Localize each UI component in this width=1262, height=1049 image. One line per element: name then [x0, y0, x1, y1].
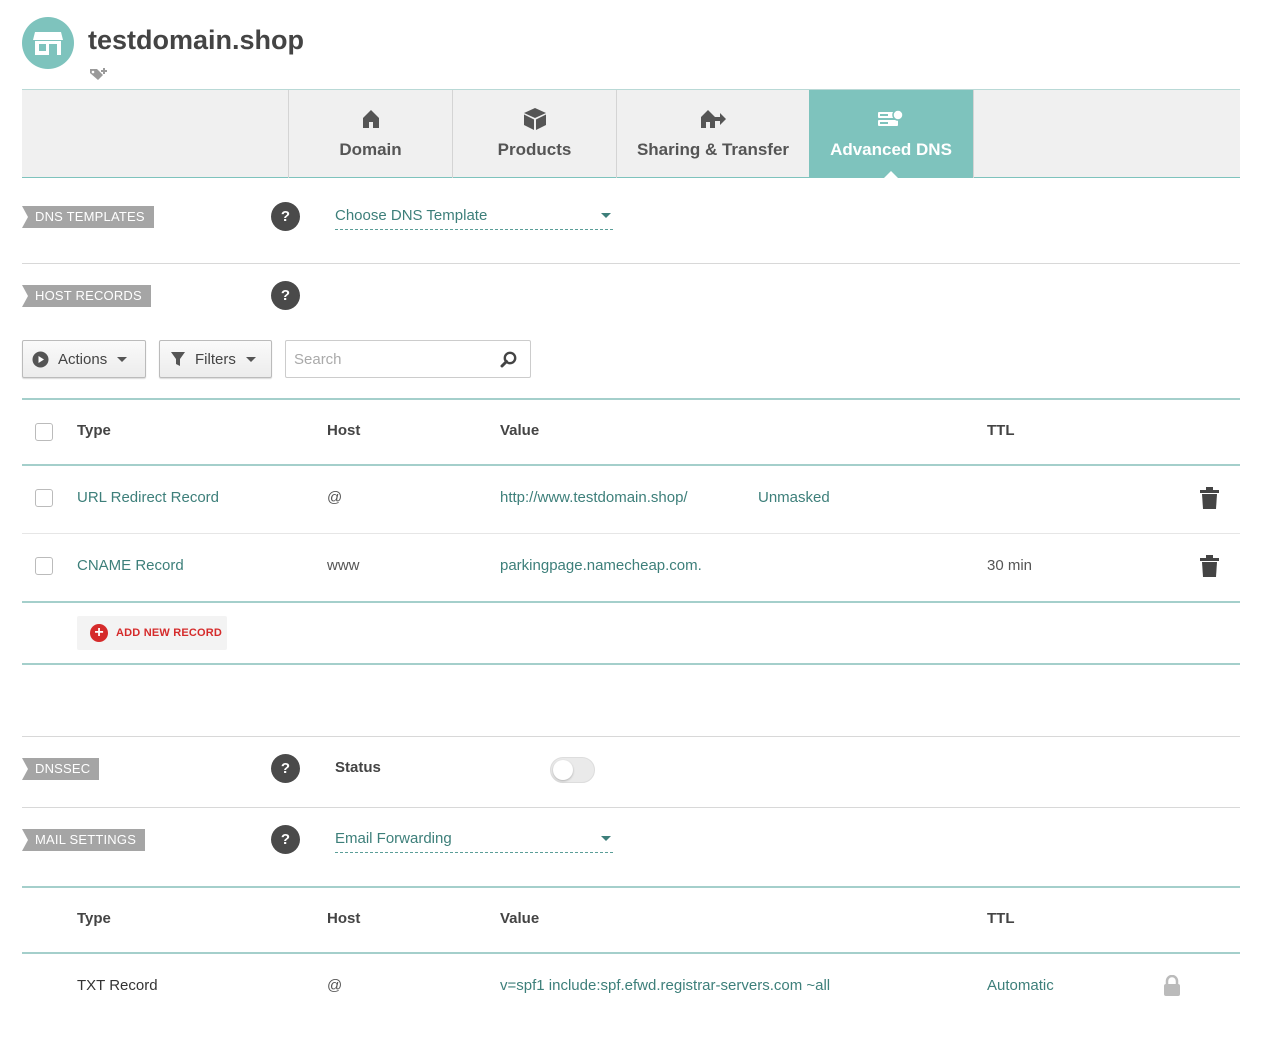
divider	[22, 807, 1240, 808]
tab-label: Products	[497, 140, 572, 159]
dnssec-status-label: Status	[335, 759, 381, 776]
record-host: @	[327, 977, 343, 994]
redirect-type[interactable]: Unmasked	[758, 489, 830, 506]
trash-icon[interactable]	[1200, 487, 1219, 514]
search-box	[285, 340, 531, 378]
store-icon	[22, 17, 74, 69]
share-transfer-icon	[700, 108, 726, 130]
home-icon	[362, 108, 380, 130]
host-records-label: HOST RECORDS	[22, 285, 151, 307]
filters-button[interactable]: Filters	[159, 340, 272, 378]
select-all-checkbox[interactable]	[35, 423, 53, 441]
toggle-knob	[553, 760, 573, 780]
dns-templates-label: DNS TEMPLATES	[22, 206, 154, 228]
dnssec-toggle[interactable]	[550, 757, 595, 783]
domain-header: testdomain.shop	[22, 17, 622, 87]
caret-down-icon	[117, 356, 128, 362]
record-host[interactable]: www	[327, 557, 360, 574]
record-type[interactable]: CNAME Record	[77, 557, 184, 574]
row-checkbox[interactable]	[35, 557, 53, 575]
mail-header-divider	[22, 952, 1240, 954]
help-icon[interactable]: ?	[271, 281, 300, 310]
record-ttl[interactable]: 30 min	[987, 557, 1032, 574]
tab-divider	[973, 90, 974, 178]
caret-down-icon	[601, 836, 611, 841]
record-value[interactable]: http://www.testdomain.shop/	[500, 489, 688, 506]
mail-settings-select[interactable]: Email Forwarding	[335, 829, 613, 853]
record-host[interactable]: @	[327, 489, 342, 506]
tab-domain[interactable]: Domain	[288, 90, 452, 178]
add-new-record-button[interactable]: + ADD NEW RECORD	[77, 616, 227, 650]
record-ttl: Automatic	[987, 977, 1054, 994]
server-icon	[877, 108, 905, 130]
tab-products[interactable]: Products	[452, 90, 616, 178]
tab-label: Sharing & Transfer	[636, 140, 790, 159]
help-icon[interactable]: ?	[271, 754, 300, 783]
play-circle-icon	[32, 351, 49, 368]
record-value[interactable]: parkingpage.namecheap.com.	[500, 557, 702, 574]
divider	[22, 263, 1240, 264]
column-header-value: Value	[500, 910, 540, 927]
search-input[interactable]	[286, 341, 486, 377]
search-icon[interactable]	[500, 351, 517, 373]
actions-button[interactable]: Actions	[22, 340, 146, 378]
mail-settings-label: MAIL SETTINGS	[22, 829, 146, 851]
divider	[22, 736, 1240, 737]
domain-tabs: Domain Products Sharing & Transfer Advan…	[22, 89, 1240, 179]
lock-icon	[1163, 974, 1181, 1002]
column-header-type[interactable]: Type	[77, 422, 111, 439]
section-divider	[22, 663, 1240, 665]
record-type: TXT Record	[77, 977, 158, 994]
tab-label: Domain	[339, 140, 402, 159]
header-divider	[22, 464, 1240, 466]
column-header-type: Type	[77, 910, 111, 927]
tag-add-icon[interactable]	[89, 67, 109, 81]
dnssec-label: DNSSEC	[22, 758, 100, 780]
filter-icon	[170, 351, 186, 367]
record-value: v=spf1 include:spf.efwd.registrar-server…	[500, 977, 831, 994]
plus-circle-icon: +	[90, 624, 108, 642]
page-title: testdomain.shop	[88, 25, 305, 55]
tab-label: Advanced DNS	[830, 140, 952, 159]
column-header-ttl: TTL	[987, 910, 1015, 927]
box-icon	[523, 108, 547, 130]
caret-down-icon	[245, 356, 256, 362]
record-type[interactable]: URL Redirect Record	[77, 489, 219, 506]
mail-table-top-border	[22, 886, 1240, 888]
filters-label: Filters	[195, 350, 236, 368]
mail-settings-value: Email Forwarding	[335, 830, 452, 847]
table-top-border	[22, 398, 1240, 400]
help-icon[interactable]: ?	[271, 825, 300, 854]
caret-down-icon	[601, 213, 611, 218]
row-checkbox[interactable]	[35, 489, 53, 507]
dns-template-select[interactable]: Choose DNS Template	[335, 206, 613, 230]
tab-sharing-transfer[interactable]: Sharing & Transfer	[616, 90, 809, 178]
trash-icon[interactable]	[1200, 555, 1219, 582]
help-icon[interactable]: ?	[271, 202, 300, 231]
tab-advanced-dns[interactable]: Advanced DNS	[809, 90, 973, 179]
column-header-value[interactable]: Value	[500, 422, 539, 439]
table-bottom-border	[22, 601, 1240, 603]
actions-label: Actions	[58, 350, 108, 368]
add-record-label: ADD NEW RECORD	[116, 627, 223, 639]
column-header-host[interactable]: Host	[327, 422, 360, 439]
row-divider	[22, 533, 1240, 534]
column-header-host: Host	[327, 910, 361, 927]
dns-template-value: Choose DNS Template	[335, 207, 488, 224]
column-header-ttl[interactable]: TTL	[987, 422, 1015, 439]
